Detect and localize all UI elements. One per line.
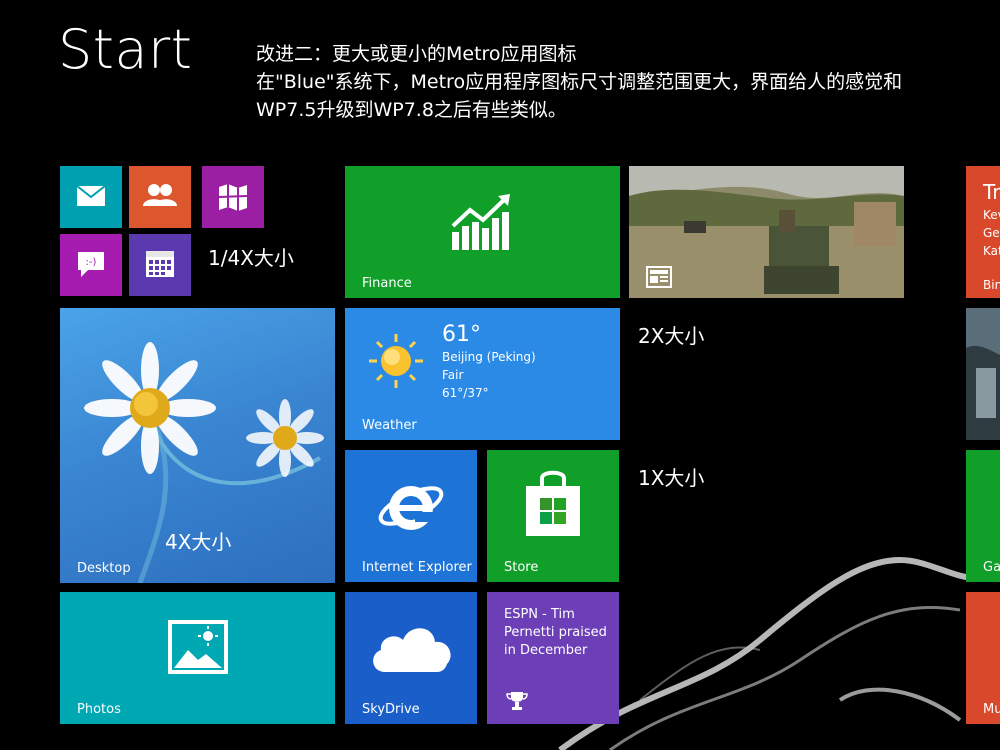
tile-label: Desktop bbox=[77, 561, 131, 576]
tile-messaging[interactable]: :-) bbox=[60, 234, 122, 296]
cloud-icon bbox=[373, 628, 451, 672]
espn-headline: ESPN - Tim Pernetti praised in December bbox=[504, 607, 607, 658]
tile-espn[interactable]: ESPN - Tim Pernetti praised in December bbox=[487, 592, 619, 724]
tile-label: Internet Explorer bbox=[362, 560, 472, 575]
tile-label: Photos bbox=[77, 702, 121, 717]
sun-icon bbox=[369, 334, 423, 388]
partial-line-1: Kev bbox=[983, 208, 1000, 222]
tile-partial-music[interactable]: Mu bbox=[966, 592, 1000, 724]
partial-line-3: Kat bbox=[983, 244, 1000, 258]
note-line-2: 在"Blue"系统下，Metro应用程序图标尺寸调整范围更大，界面给人的感觉和 bbox=[256, 71, 903, 93]
tile-news[interactable] bbox=[629, 166, 904, 298]
tile-partial-games[interactable]: Ga bbox=[966, 450, 1000, 582]
trophy-icon bbox=[506, 692, 528, 710]
tile-label: Mu bbox=[983, 702, 1000, 717]
newspaper-icon bbox=[646, 266, 672, 288]
note-line-1: 改进二：更大或更小的Metro应用图标 bbox=[256, 43, 577, 65]
weather-info: 61° Beijing (Peking) Fair 61°/37° bbox=[442, 322, 536, 402]
partial-title: Tr bbox=[983, 180, 1000, 204]
tile-desktop[interactable]: 4X大小 Desktop bbox=[60, 308, 335, 583]
size-label-quarter: 1/4X大小 bbox=[208, 246, 294, 270]
tile-label: Weather bbox=[362, 418, 417, 433]
photo-icon bbox=[168, 620, 228, 674]
size-label-double: 2X大小 bbox=[638, 324, 705, 348]
tile-photos[interactable]: Photos bbox=[60, 592, 335, 724]
tile-skydrive[interactable]: SkyDrive bbox=[345, 592, 477, 724]
tile-label: SkyDrive bbox=[362, 702, 420, 717]
tile-people[interactable] bbox=[129, 166, 191, 228]
partial-line-2: Ge bbox=[983, 226, 1000, 240]
partial-photo-image bbox=[966, 308, 1000, 440]
chart-growth-icon bbox=[451, 194, 510, 250]
partial-line-4: Bin bbox=[983, 278, 1000, 292]
tile-weather[interactable]: 61° Beijing (Peking) Fair 61°/37° Weathe… bbox=[345, 308, 620, 440]
tile-mail[interactable] bbox=[60, 166, 122, 228]
map-icon bbox=[218, 184, 248, 211]
size-label-single: 1X大小 bbox=[638, 466, 705, 490]
tile-partial-news-text[interactable]: Tr Kev Ge Kat Bin bbox=[966, 166, 1000, 298]
note-line-3: WP7.5升级到WP7.8之后有些类似。 bbox=[256, 99, 567, 121]
weather-condition: Fair bbox=[442, 368, 464, 382]
tile-calendar[interactable] bbox=[129, 234, 191, 296]
tile-partial-photo[interactable] bbox=[966, 308, 1000, 440]
store-bag-icon bbox=[526, 470, 580, 536]
internet-explorer-icon bbox=[378, 486, 444, 530]
annotation-note: 改进二：更大或更小的Metro应用图标 在"Blue"系统下，Metro应用程序… bbox=[256, 40, 902, 124]
tile-internet-explorer[interactable]: Internet Explorer bbox=[345, 450, 477, 582]
tile-label: Ga bbox=[983, 560, 1000, 575]
tile-label: Store bbox=[504, 560, 539, 575]
tile-finance[interactable]: Finance bbox=[345, 166, 620, 298]
people-icon bbox=[143, 184, 177, 206]
calendar-icon bbox=[146, 251, 174, 277]
weather-range: 61°/37° bbox=[442, 386, 489, 400]
svg-text::-): :-) bbox=[86, 257, 97, 268]
chat-icon: :-) bbox=[78, 252, 104, 277]
weather-city: Beijing (Peking) bbox=[442, 350, 536, 364]
size-label-quadruple: 4X大小 bbox=[165, 530, 232, 554]
tile-label: Finance bbox=[362, 276, 412, 291]
tile-store[interactable]: Store bbox=[487, 450, 619, 582]
page-title: Start bbox=[58, 18, 193, 81]
tile-maps[interactable] bbox=[202, 166, 264, 228]
mail-icon bbox=[76, 185, 106, 206]
weather-temperature: 61° bbox=[442, 322, 481, 347]
